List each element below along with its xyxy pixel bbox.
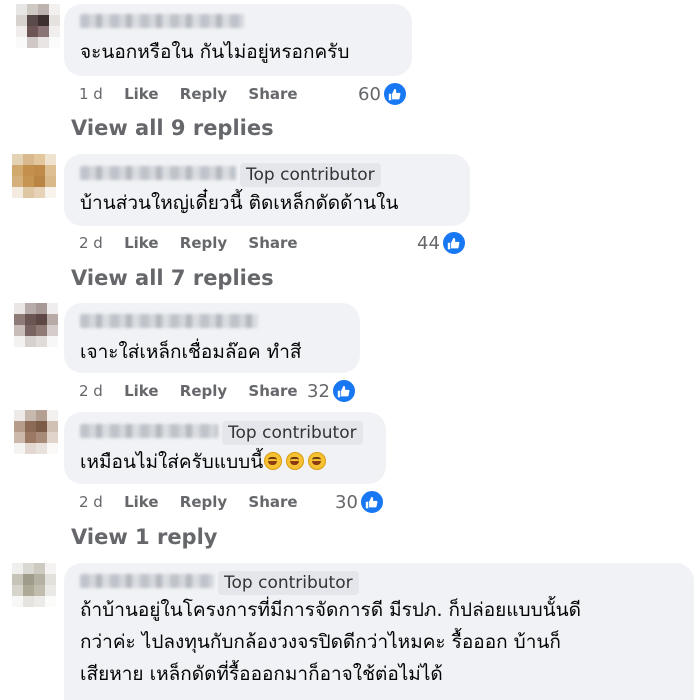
commenter-name[interactable] <box>80 166 236 180</box>
like-button[interactable]: Like <box>124 234 158 252</box>
comment-text: จะนอกหรือใน กันไม่อยู่หรอกครับ <box>80 41 350 63</box>
comment-text: เหมือนไม่ใส่ครับแบบนี้ <box>80 447 327 477</box>
like-button[interactable]: Like <box>124 493 158 511</box>
view-replies-link[interactable]: View all 9 replies <box>71 116 274 140</box>
reaction-count[interactable]: 32 <box>307 378 357 404</box>
like-button[interactable]: Like <box>124 382 158 400</box>
comment-time[interactable]: 2 d <box>79 493 103 511</box>
comment-time[interactable]: 2 d <box>79 382 103 400</box>
comment-text: บ้านส่วนใหญ่เดี๋ยวนี้ ติดเหล็กดัดด้านใน <box>80 192 399 214</box>
avatar[interactable] <box>14 410 58 454</box>
reply-button[interactable]: Reply <box>180 493 227 511</box>
share-button[interactable]: Share <box>248 234 297 252</box>
reaction-count-value: 32 <box>307 380 330 402</box>
top-contributor-badge: Top contributor <box>218 571 359 595</box>
comment-actions: 2 d Like Reply Share <box>79 382 314 400</box>
comment-text-line: กว่าค่ะ ไปลงทุนกับกล้องวงจรปิดดีกว่าไหมค… <box>80 631 561 653</box>
thumbs-up-icon <box>330 378 357 404</box>
comment-time[interactable]: 2 d <box>79 234 103 252</box>
grinning-face-emoji <box>308 452 327 470</box>
view-replies-link[interactable]: View all 7 replies <box>71 266 274 290</box>
grinning-face-emoji <box>264 452 283 470</box>
top-contributor-badge: Top contributor <box>240 163 381 187</box>
comment-actions: 1 d Like Reply Share <box>79 85 314 103</box>
like-button[interactable]: Like <box>124 85 158 103</box>
thumbs-up-icon <box>440 230 467 256</box>
share-button[interactable]: Share <box>248 85 297 103</box>
reaction-count-value: 44 <box>417 232 440 254</box>
avatar[interactable] <box>16 4 60 48</box>
reaction-count[interactable]: 44 <box>417 230 467 256</box>
share-button[interactable]: Share <box>248 493 297 511</box>
share-button[interactable]: Share <box>248 382 297 400</box>
view-replies-link[interactable]: View 1 reply <box>71 525 217 549</box>
reaction-count[interactable]: 60 <box>358 81 408 107</box>
top-contributor-badge: Top contributor <box>222 421 363 445</box>
commenter-name[interactable] <box>80 424 218 438</box>
reply-button[interactable]: Reply <box>180 234 227 252</box>
comment-text-content: เหมือนไม่ใส่ครับแบบนี้ <box>80 451 264 473</box>
comment-actions: 2 d Like Reply Share <box>79 493 314 511</box>
grinning-face-emoji <box>286 452 305 470</box>
comment-actions: 2 d Like Reply Share <box>79 234 314 252</box>
reaction-count[interactable]: 30 <box>335 489 385 515</box>
avatar[interactable] <box>14 303 58 347</box>
commenter-name[interactable] <box>80 14 244 28</box>
commenter-name[interactable] <box>80 574 214 588</box>
avatar[interactable] <box>12 154 56 198</box>
reaction-count-value: 30 <box>335 491 358 513</box>
commenter-name[interactable] <box>80 314 258 328</box>
comment-text-line: เสียหาย เหล็กดัดที่รื้อออกมาก็อาจใช้ต่อไ… <box>80 663 443 685</box>
reply-button[interactable]: Reply <box>180 382 227 400</box>
comment-time[interactable]: 1 d <box>79 85 103 103</box>
thumbs-up-icon <box>381 81 408 107</box>
avatar[interactable] <box>12 563 56 607</box>
comment-text-line: ถ้าบ้านอยู่ในโครงการที่มีการจัดการดี มีร… <box>80 599 581 621</box>
comment-text: เจาะใส่เหล็กเชื่อมล๊อค ทำสี <box>80 341 302 363</box>
reaction-count-value: 60 <box>358 83 381 105</box>
reply-button[interactable]: Reply <box>180 85 227 103</box>
thumbs-up-icon <box>358 489 385 515</box>
